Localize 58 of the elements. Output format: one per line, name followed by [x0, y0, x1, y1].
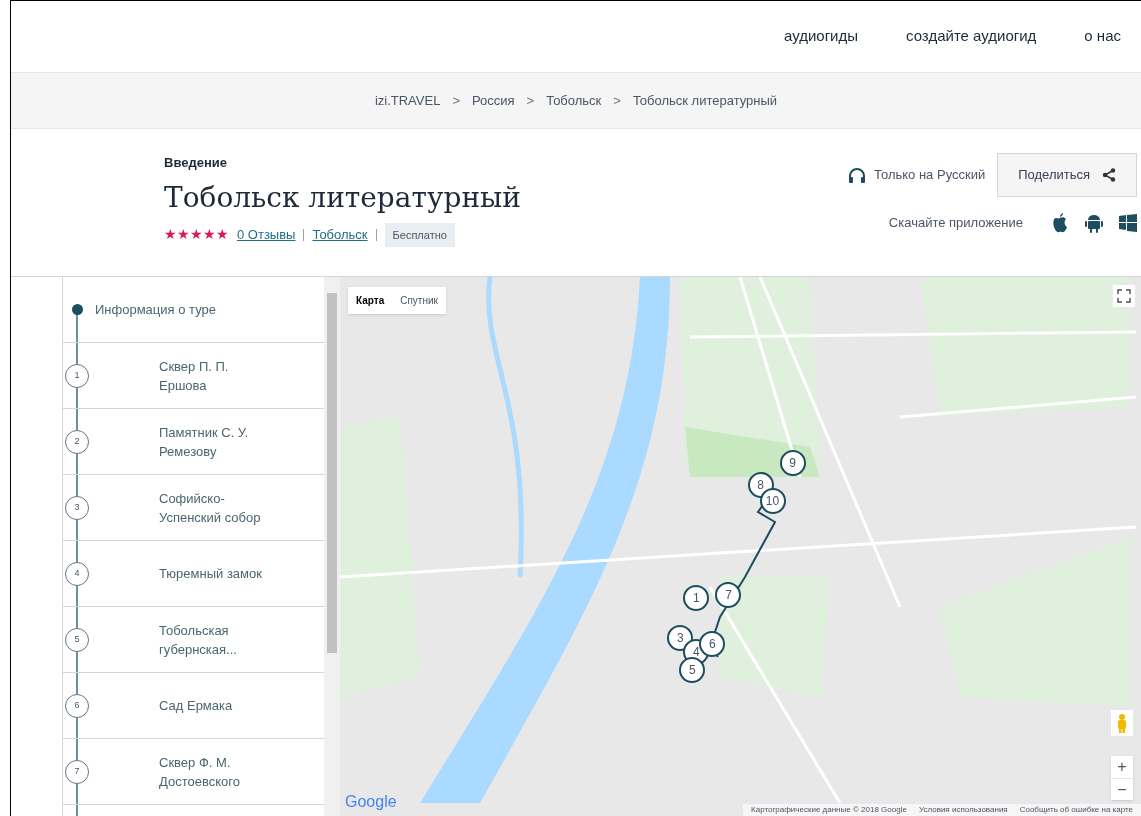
tour-list-item[interactable]: 5 Тобольская губернская...: [63, 607, 324, 673]
google-logo: Google: [345, 792, 397, 812]
nav-link[interactable]: о нас: [1084, 25, 1121, 48]
report-link[interactable]: Сообщить об ошибке на карте: [1019, 804, 1133, 816]
breadcrumb-separator: >: [452, 91, 460, 110]
nav-link[interactable]: аудиогиды: [784, 25, 859, 48]
share-icon: [1102, 168, 1116, 182]
map-type-tab[interactable]: Спутник: [392, 287, 446, 314]
map-marker[interactable]: 6: [699, 630, 726, 657]
star-icon: ★: [203, 224, 216, 246]
map-marker[interactable]: 3: [667, 625, 694, 652]
stop-number: 1: [65, 363, 89, 388]
tour-list-item[interactable]: 4 Тюремный замок: [63, 541, 324, 607]
stop-number: 3: [65, 495, 89, 520]
stop-number: 7: [65, 759, 89, 784]
star-icon: ★: [177, 224, 190, 246]
fullscreen-icon[interactable]: [1113, 285, 1135, 307]
android-icon[interactable]: [1085, 213, 1103, 233]
breadcrumb-link[interactable]: Россия: [471, 90, 515, 111]
windows-icon[interactable]: [1119, 214, 1137, 232]
tour-list-item[interactable]: 1 Сквер П. П. Ершова: [63, 343, 324, 409]
map-marker[interactable]: 5: [679, 657, 706, 684]
city-link[interactable]: Тобольск: [312, 225, 368, 245]
stop-number: 6: [65, 693, 89, 718]
breadcrumb-link[interactable]: Тобольск: [546, 90, 602, 111]
map-type-tab[interactable]: Карта: [348, 287, 393, 314]
map-attribution: Картографические данные © 2018 Google: [751, 804, 907, 816]
nav-link[interactable]: создайте аудиогид: [906, 25, 1037, 48]
breadcrumb-link[interactable]: izi.TRAVEL: [374, 90, 441, 111]
tour-list-item[interactable]: 3 Софийско-Успенский собор: [63, 475, 324, 541]
language-label: Только на Русский: [874, 166, 986, 185]
headphones-icon: [848, 167, 867, 183]
star-icon: ★: [164, 224, 177, 246]
star-icon: ★: [216, 224, 229, 246]
star-icon: ★: [190, 224, 203, 246]
section-kicker: Введение: [164, 154, 228, 172]
reviews-link[interactable]: 0 Отзывы: [237, 225, 296, 245]
breadcrumb-separator: >: [526, 91, 535, 110]
breadcrumb-separator: >: [613, 91, 621, 110]
price-tag: Бесплатно: [384, 222, 455, 247]
stop-number: 5: [65, 627, 89, 652]
tour-list-item[interactable]: 6 Сад Ермака: [63, 673, 324, 739]
tour-list-item[interactable]: 2 Памятник С. У. Ремезову: [63, 409, 324, 475]
apple-icon[interactable]: [1051, 213, 1069, 233]
share-button[interactable]: Поделиться: [997, 153, 1137, 197]
zoom-in-button[interactable]: +: [1111, 756, 1133, 778]
map-marker[interactable]: 7: [715, 582, 742, 608]
map-marker[interactable]: 1: [683, 584, 710, 611]
tour-title: Тобольск литературный: [164, 179, 521, 216]
terms-link[interactable]: Условия использования: [918, 804, 1008, 816]
stop-number: 4: [65, 561, 89, 586]
scrollbar[interactable]: [324, 277, 340, 816]
breadcrumb-link[interactable]: Тобольск литературный: [632, 90, 778, 111]
map[interactable]: Карта Спутник + − Google Картографические данные © 2018 Google Условия использования Сообщить об ошибке на карте 9 8 10 1 7 3 4 6 5: [340, 277, 1141, 816]
tour-list-item[interactable]: 7 Сквер Ф. М. Достоевского: [63, 739, 324, 805]
stop-number: 2: [65, 429, 89, 454]
download-label: Скачайте приложение: [888, 214, 1023, 233]
zoom-out-button[interactable]: −: [1111, 778, 1133, 800]
